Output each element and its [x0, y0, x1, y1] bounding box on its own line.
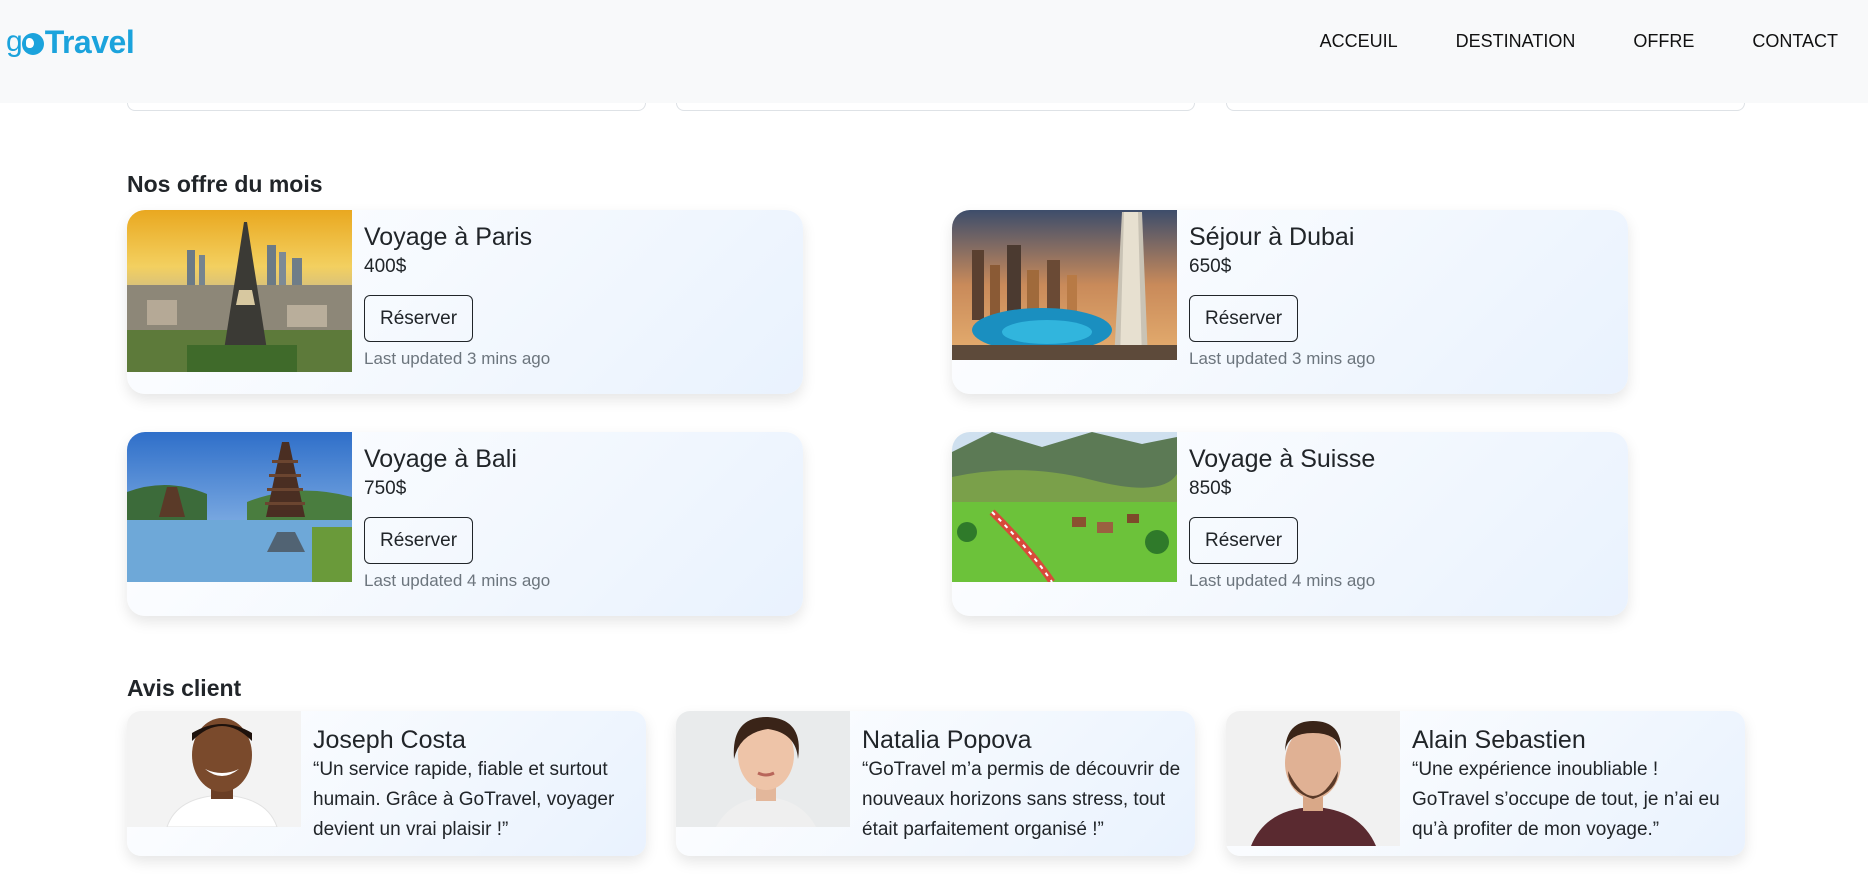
review-text: “Un service rapide, fiable et surtout hu… [313, 759, 615, 840]
avatar-natalia [676, 711, 850, 827]
reserve-button[interactable]: Réserver [1189, 517, 1299, 564]
offer-card-dubai: Séjour à Dubai 650$ Réserver Last update… [952, 210, 1628, 394]
globe-icon [21, 33, 44, 55]
offers-section-title: Nos offre du mois [127, 171, 323, 197]
review-card-alain: Alain Sebastien “Une expérience inoublia… [1226, 711, 1745, 856]
offer-card-bali: Voyage à Bali 750$ Réserver Last updated… [127, 432, 803, 616]
avatar-joseph [127, 711, 301, 827]
nav-link-accueil[interactable]: ACCEUIL [1320, 30, 1398, 52]
offer-title: Voyage à Suisse [1189, 445, 1376, 473]
reserve-button[interactable]: Réserver [364, 295, 474, 342]
reviewer-name: Joseph Costa [313, 726, 466, 754]
offer-last-updated: Last updated 3 mins ago [1189, 349, 1376, 368]
review-card-joseph: Joseph Costa “Un service rapide, fiable … [127, 711, 646, 856]
offer-title: Voyage à Paris [364, 223, 533, 251]
navbar: g Travel ACCEUIL DESTINATION OFFRE CONTAC… [0, 0, 1868, 103]
review-text: “GoTravel m’a permis de découvrir de nou… [862, 759, 1181, 840]
offer-title: Voyage à Bali [364, 445, 517, 473]
reviewer-name: Natalia Popova [862, 726, 1032, 754]
suisse-image [952, 432, 1177, 582]
dubai-image [952, 210, 1177, 360]
avatar-alain [1226, 711, 1400, 846]
reserve-button[interactable]: Réserver [364, 517, 474, 564]
offer-last-updated: Last updated 4 mins ago [1189, 571, 1376, 590]
review-text: “Une expérience inoubliable ! GoTravel s… [1412, 759, 1720, 840]
offer-card-paris: Voyage à Paris 400$ Réserver Last update… [127, 210, 803, 394]
offer-last-updated: Last updated 4 mins ago [364, 571, 551, 590]
offer-card-suisse: Voyage à Suisse 850$ Réserver Last updat… [952, 432, 1628, 616]
reviewer-name: Alain Sebastien [1412, 726, 1586, 754]
nav-link-offre[interactable]: OFFRE [1633, 30, 1694, 52]
offer-price: 750$ [364, 478, 407, 499]
reserve-button[interactable]: Réserver [1189, 295, 1299, 342]
paris-image [127, 210, 352, 372]
offer-title: Séjour à Dubai [1189, 223, 1355, 251]
offer-price: 650$ [1189, 256, 1232, 277]
offer-price: 850$ [1189, 478, 1232, 499]
gotravel-logo[interactable]: g Travel [6, 22, 135, 62]
nav-link-contact[interactable]: CONTACT [1752, 30, 1838, 52]
bali-image [127, 432, 352, 582]
review-card-natalia: Natalia Popova “GoTravel m’a permis de d… [676, 711, 1195, 856]
nav-link-destination[interactable]: DESTINATION [1456, 30, 1576, 52]
nav-menu: ACCEUIL DESTINATION OFFRE CONTACT [1262, 30, 1838, 52]
offer-price: 400$ [364, 256, 407, 277]
reviews-section-title: Avis client [127, 675, 242, 701]
offer-last-updated: Last updated 3 mins ago [364, 349, 551, 368]
